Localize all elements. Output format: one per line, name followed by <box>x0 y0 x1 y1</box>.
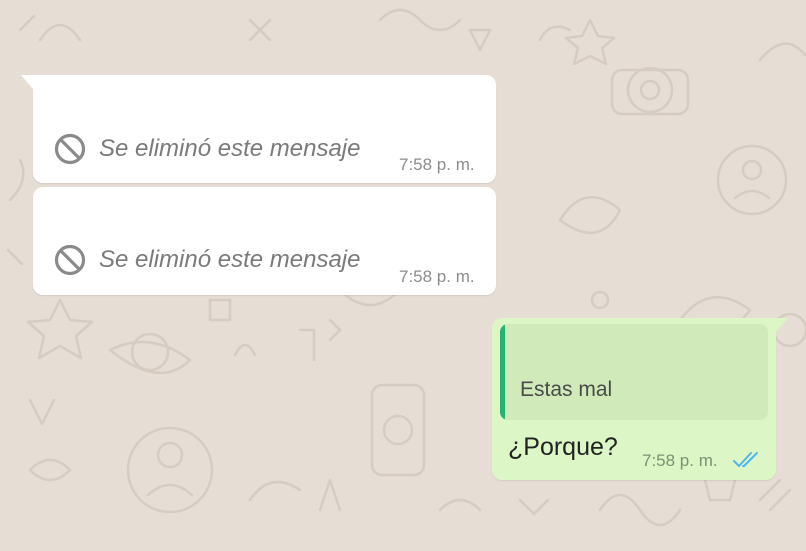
message-time: 7:58 p. m. <box>399 267 475 286</box>
quoted-message-text: Estas mal <box>520 378 613 401</box>
ban-icon <box>54 244 86 276</box>
bubble-tail <box>21 75 33 89</box>
deleted-message-bubble[interactable]: Se eliminó este mensaje 7:58 p. m. <box>21 75 496 183</box>
deleted-message-row: Se eliminó este mensaje <box>53 243 360 277</box>
deleted-message-row: Se eliminó este mensaje <box>53 132 360 166</box>
deleted-message-bubble[interactable]: Se eliminó este mensaje 7:58 p. m. <box>33 187 496 295</box>
deleted-message-text: Se eliminó este mensaje <box>99 135 361 162</box>
bubble-tail <box>776 318 788 332</box>
double-check-read-icon <box>733 452 758 467</box>
deleted-message-text: Se eliminó este mensaje <box>99 246 361 273</box>
quoted-reply[interactable]: Estas mal <box>500 324 768 420</box>
ban-icon <box>54 133 86 165</box>
message-text: ¿Porque? <box>508 433 618 461</box>
sent-message-bubble[interactable]: Estas mal ¿Porque? 7:58 p. m. <box>492 318 788 480</box>
quote-accent-bar <box>500 324 505 420</box>
message-time: 7:58 p. m. <box>642 451 718 470</box>
message-time: 7:58 p. m. <box>399 155 475 174</box>
